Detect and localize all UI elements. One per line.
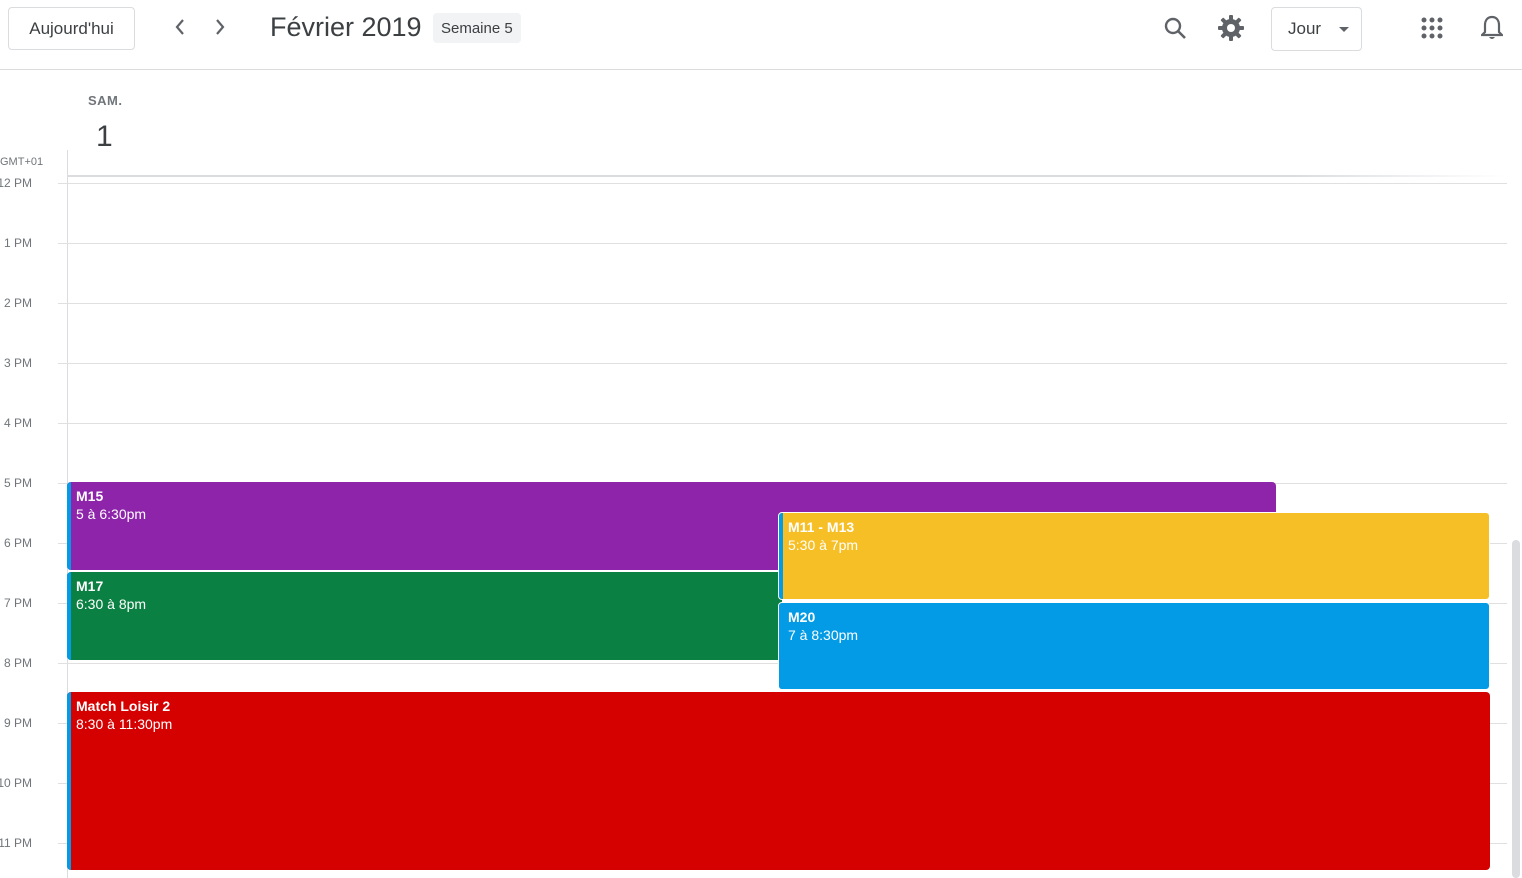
hour-label: 7 PM (3, 596, 32, 610)
page-title: Février 2019 (270, 12, 422, 42)
hour-label: 5 PM (3, 476, 32, 490)
search-button[interactable] (1155, 10, 1195, 50)
hour-label: 3 PM (3, 356, 32, 370)
apps-button[interactable] (1412, 10, 1452, 50)
hour-label: 2 PM (3, 296, 32, 310)
event-time: 5:30 à 7pm (788, 537, 859, 553)
event-time: 6:30 à 8pm (76, 596, 147, 612)
hour-label: 6 PM (3, 536, 32, 550)
event-title: M17 (76, 578, 104, 594)
event-m11-m13[interactable]: M11 - M13 5:30 à 7pm (778, 512, 1490, 600)
today-button[interactable]: Aujourd'hui (8, 7, 135, 50)
top-toolbar: Aujourd'hui Février 2019 Semaine 5 Jour (0, 0, 1522, 70)
settings-button[interactable] (1211, 10, 1251, 50)
previous-button[interactable] (164, 13, 196, 45)
timezone-label: GMT+01 (0, 156, 44, 168)
hour-gridline (58, 183, 1507, 184)
hour-label: 10 PM (0, 776, 32, 790)
gear-icon (1217, 14, 1245, 47)
search-icon (1163, 16, 1187, 45)
view-select-label: Jour (1288, 19, 1322, 38)
event-title: M20 (788, 609, 816, 625)
chevron-right-icon (214, 18, 226, 41)
view-select[interactable]: Jour (1271, 7, 1362, 51)
hour-label: 1 PM (3, 236, 32, 250)
event-m17[interactable]: M17 6:30 à 8pm (67, 572, 782, 660)
hour-row: 1 PM (0, 236, 1507, 250)
hour-label: 4 PM (3, 416, 32, 430)
next-button[interactable] (204, 13, 236, 45)
all-day-divider (67, 175, 1507, 177)
hour-gridline (58, 363, 1507, 364)
hour-row: 2 PM (0, 296, 1507, 310)
hour-gridline (58, 423, 1507, 424)
event-time: 7 à 8:30pm (788, 627, 859, 643)
week-badge: Semaine 5 (433, 13, 521, 43)
hour-row: 4 PM (0, 416, 1507, 430)
hour-row: 3 PM (0, 356, 1507, 370)
event-title: M15 (76, 488, 104, 504)
day-number[interactable]: 1 (96, 120, 113, 154)
notifications-button[interactable] (1472, 10, 1512, 50)
hour-label: 9 PM (3, 716, 32, 730)
bell-icon (1479, 15, 1505, 46)
event-m20[interactable]: M20 7 à 8:30pm (778, 602, 1490, 690)
hour-label: 11 PM (0, 836, 32, 850)
event-title: Match Loisir 2 (76, 698, 171, 714)
event-title: M11 - M13 (788, 519, 855, 535)
chevron-left-icon (174, 18, 186, 41)
apps-grid-icon (1421, 17, 1443, 44)
hour-gridline (58, 303, 1507, 304)
hour-label: 8 PM (3, 656, 32, 670)
hour-label: 12 PM (0, 176, 32, 190)
event-time: 8:30 à 11:30pm (76, 716, 173, 732)
caret-down-icon (1339, 27, 1349, 32)
day-name: SAM. (88, 93, 123, 108)
hour-row: 12 PM (0, 176, 1507, 190)
event-match-loisir-2[interactable]: Match Loisir 2 8:30 à 11:30pm (67, 692, 1490, 870)
hour-gridline (58, 243, 1507, 244)
vertical-scrollbar[interactable] (1512, 540, 1520, 878)
